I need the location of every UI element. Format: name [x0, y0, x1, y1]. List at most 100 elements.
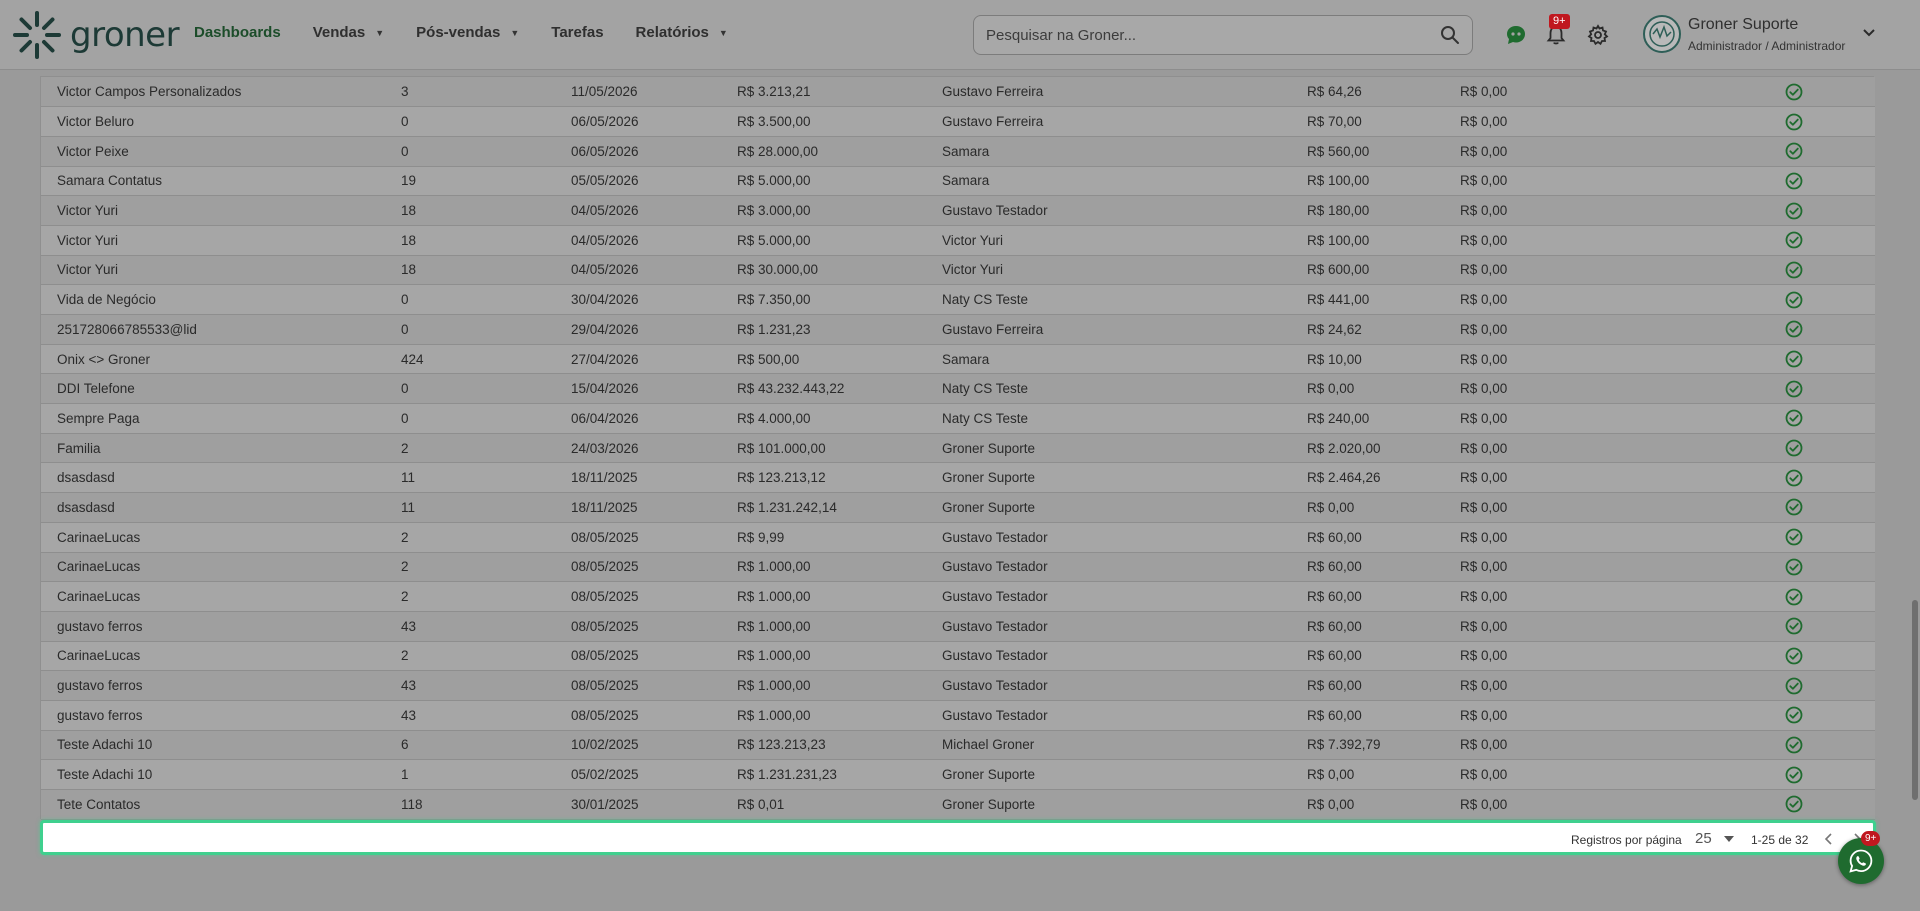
value-cell: R$ 1.000,00 [737, 581, 942, 612]
quantity-cell: 1 [401, 759, 571, 790]
client-name-cell: Victor Peixe [41, 136, 401, 167]
date-cell: 10/02/2025 [571, 730, 737, 761]
status-cell [1750, 611, 1875, 642]
discount-cell: R$ 0,00 [1460, 255, 1750, 286]
quantity-cell: 0 [401, 373, 571, 405]
check-circle-icon [1785, 380, 1803, 398]
chevron-down-icon[interactable] [1862, 28, 1876, 38]
client-name-cell: gustavo ferros [41, 700, 401, 731]
check-circle-icon [1785, 142, 1803, 160]
date-cell: 24/03/2026 [571, 433, 737, 464]
caret-down-icon: ▼ [510, 27, 520, 38]
brand-logo[interactable]: groner [12, 10, 180, 60]
check-circle-icon [1785, 172, 1803, 190]
table-row[interactable]: Samara Contatus 19 05/05/2026 R$ 5.000,00 Sa… [41, 166, 1875, 197]
table-row[interactable]: Sempre Paga 0 06/04/2026 R$ 4.000,00 Naty CS… [41, 403, 1875, 434]
value-cell: R$ 4.000,00 [737, 403, 942, 434]
caret-down-icon[interactable] [1723, 835, 1735, 843]
quantity-cell: 424 [401, 344, 571, 375]
nav-pos-vendas[interactable]: Pós-vendas ▼ [416, 24, 519, 41]
table-row[interactable]: Victor Yuri 18 04/05/2026 R$ 5.000,00 Victor… [41, 225, 1875, 256]
table-row[interactable]: Teste Adachi 10 1 05/02/2025 R$ 1.231.231,2… [41, 759, 1875, 790]
table-row[interactable]: gustavo ferros 43 08/05/2025 R$ 1.000,00 Gus… [41, 700, 1875, 731]
client-name-cell: CarinaeLucas [41, 522, 401, 553]
date-cell: 05/02/2025 [571, 759, 737, 790]
table-row[interactable]: Victor Peixe 0 06/05/2026 R$ 28.000,00 Samar… [41, 136, 1875, 167]
discount-cell: R$ 0,00 [1460, 789, 1750, 820]
chat-bot-icon[interactable] [1505, 24, 1527, 46]
nav-dashboards[interactable]: Dashboards [194, 24, 281, 41]
check-circle-icon [1785, 706, 1803, 724]
discount-cell: R$ 0,00 [1460, 700, 1750, 731]
discount-cell: R$ 0,00 [1460, 344, 1750, 375]
commission-cell: R$ 2.020,00 [1307, 433, 1460, 464]
table-row[interactable]: Tete Contatos 118 30/01/2025 R$ 0,01 Groner … [41, 789, 1875, 820]
table-row[interactable]: Vida de Negócio 0 30/04/2026 R$ 7.350,00 Nat… [41, 284, 1875, 315]
value-cell: R$ 1.000,00 [737, 641, 942, 672]
value-cell: R$ 9,99 [737, 522, 942, 553]
status-cell [1750, 522, 1875, 553]
table-row[interactable]: Victor Campos Personalizados 3 11/05/2026 R… [41, 77, 1875, 108]
table-row[interactable]: DDI Telefone 0 15/04/2026 R$ 43.232.443,22 N… [41, 373, 1875, 405]
table-row[interactable]: CarinaeLucas 2 08/05/2025 R$ 1.000,00 Gustav… [41, 641, 1875, 672]
rows-per-page-select[interactable]: 25 [1695, 830, 1712, 847]
table-row[interactable]: CarinaeLucas 2 08/05/2025 R$ 9,99 Gustavo Te… [41, 522, 1875, 553]
status-cell [1750, 284, 1875, 315]
table-row[interactable]: Victor Yuri 18 04/05/2026 R$ 3.000,00 Gustav… [41, 195, 1875, 226]
status-cell [1750, 789, 1875, 820]
status-cell [1750, 730, 1875, 761]
date-cell: 29/04/2026 [571, 314, 737, 345]
table-row[interactable]: Victor Beluro 0 06/05/2026 R$ 3.500,00 Gusta… [41, 106, 1875, 137]
check-circle-icon [1785, 647, 1803, 665]
seller-cell: Victor Yuri [942, 255, 1307, 286]
status-cell [1750, 166, 1875, 197]
status-cell [1750, 403, 1875, 434]
gear-icon[interactable] [1587, 24, 1609, 46]
seller-cell: Groner Suporte [942, 789, 1307, 820]
table-row[interactable]: Teste Adachi 10 6 10/02/2025 R$ 123.213,23 M… [41, 730, 1875, 761]
user-info: Groner Suporte Administrador / Administr… [1688, 16, 1845, 53]
search-input[interactable] [986, 26, 1440, 44]
table-row[interactable]: Victor Yuri 18 04/05/2026 R$ 30.000,00 Victo… [41, 255, 1875, 286]
status-cell [1750, 77, 1875, 108]
table-row[interactable]: 251728066785533@lid 0 29/04/2026 R$ 1.231,2… [41, 314, 1875, 345]
value-cell: R$ 1.000,00 [737, 670, 942, 701]
nav-tarefas[interactable]: Tarefas [551, 24, 603, 41]
search-icon[interactable] [1440, 25, 1460, 45]
discount-cell: R$ 0,00 [1460, 730, 1750, 761]
chevron-left-icon[interactable] [1823, 832, 1835, 846]
table-row[interactable]: Onix <> Groner 424 27/04/2026 R$ 500,00 Sama… [41, 344, 1875, 375]
table-row[interactable]: CarinaeLucas 2 08/05/2025 R$ 1.000,00 Gustav… [41, 552, 1875, 583]
date-cell: 08/05/2025 [571, 581, 737, 612]
nav-vendas[interactable]: Vendas ▼ [313, 24, 384, 41]
date-cell: 04/05/2026 [571, 195, 737, 226]
whatsapp-icon [1849, 849, 1873, 873]
check-circle-icon [1785, 291, 1803, 309]
seller-cell: Gustavo Testador [942, 552, 1307, 583]
nav-relatorios[interactable]: Relatórios ▼ [636, 24, 728, 41]
table-row[interactable]: dsasdasd 11 18/11/2025 R$ 1.231.242,14 Grone… [41, 492, 1875, 523]
date-cell: 06/05/2026 [571, 106, 737, 137]
table-row[interactable]: gustavo ferros 43 08/05/2025 R$ 1.000,00 Gus… [41, 670, 1875, 701]
table-row[interactable]: dsasdasd 11 18/11/2025 R$ 123.213,12 Groner … [41, 462, 1875, 494]
table-row[interactable]: Familia 2 24/03/2026 R$ 101.000,00 Groner Su… [41, 433, 1875, 464]
table-row[interactable]: gustavo ferros 43 08/05/2025 R$ 1.000,00 Gus… [41, 611, 1875, 642]
seller-cell: Naty CS Teste [942, 373, 1307, 405]
table-row[interactable]: CarinaeLucas 2 08/05/2025 R$ 1.000,00 Gustav… [41, 581, 1875, 612]
date-cell: 30/04/2026 [571, 284, 737, 315]
value-cell: R$ 123.213,12 [737, 462, 942, 494]
commission-cell: R$ 240,00 [1307, 403, 1460, 434]
commission-cell: R$ 560,00 [1307, 136, 1460, 167]
page-scrollbar[interactable] [1912, 600, 1918, 800]
user-menu[interactable]: Groner Suporte Administrador / Administr… [1643, 15, 1845, 53]
quantity-cell: 18 [401, 255, 571, 286]
sunburst-logo-icon [13, 11, 61, 59]
nav-label: Dashboards [194, 24, 281, 41]
client-name-cell: 251728066785533@lid [41, 314, 401, 345]
check-circle-icon [1785, 795, 1803, 813]
status-cell [1750, 136, 1875, 167]
whatsapp-button[interactable] [1838, 838, 1884, 884]
check-circle-icon [1785, 350, 1803, 368]
client-name-cell: Tete Contatos [41, 789, 401, 820]
client-name-cell: DDI Telefone [41, 373, 401, 405]
